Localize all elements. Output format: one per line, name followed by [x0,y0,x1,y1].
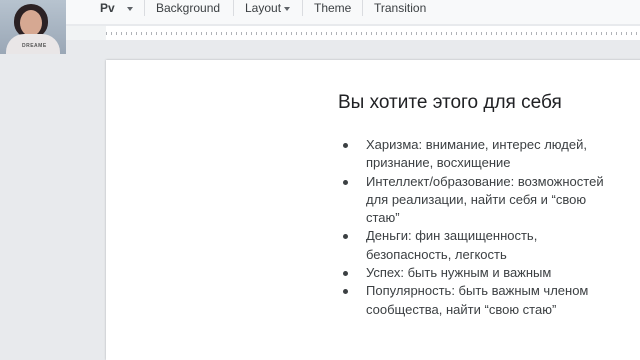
list-item: Харизма: внимание, интерес людей, призна… [340,136,610,173]
slide-title[interactable]: Вы хотите этого для себя [338,92,562,114]
bullet-text: Харизма: внимание, интерес людей, призна… [366,137,587,171]
list-item: Интеллект/образование: возможностей для … [340,173,610,228]
slides-toolbar: Pv Background Layout Theme Transition [0,0,640,24]
toolbar-divider [302,0,303,16]
ruler-margin [66,26,106,40]
chevron-down-icon [127,6,133,11]
slide-canvas[interactable]: Вы хотите этого для себя Харизма: вниман… [106,60,640,360]
bullet-list[interactable]: Харизма: внимание, интерес людей, призна… [340,136,610,319]
shirt-print: DREAME [22,43,47,49]
webcam-overlay: DREAME [0,0,66,54]
bullet-dot-icon [343,143,348,148]
chevron-down-icon [284,6,291,11]
bullet-dot-icon [343,289,348,295]
paint-format-dropdown[interactable] [124,0,133,16]
toolbar-divider [233,0,234,16]
bullet-text: Популярность: быть важным членом сообщес… [366,283,589,317]
list-item: Деньги: фин защищенность, безопасность, … [340,227,610,264]
transition-button[interactable]: Transition [374,0,426,16]
bullet-dot-icon [343,234,348,240]
bullet-dot-icon [343,271,348,277]
presenter-face [20,10,42,36]
list-item: Успех: быть нужным и важным [340,264,610,282]
list-item: Популярность: быть важным членом сообщес… [340,282,610,319]
toolbar-divider [362,0,363,16]
layout-button[interactable]: Layout [245,0,291,16]
bullet-text: Успех: быть нужным и важным [366,265,552,281]
bullet-dot-icon [343,179,348,185]
bullet-text: Интеллект/образование: возможностей для … [366,173,604,226]
toolbar-divider [144,0,145,16]
bullet-text: Деньги: фин защищенность, безопасность, … [366,228,538,262]
horizontal-ruler[interactable] [106,26,640,40]
paint-format-icon[interactable]: Pv [100,0,115,16]
background-button[interactable]: Background [156,0,220,16]
layout-label: Layout [245,1,282,15]
theme-button[interactable]: Theme [314,0,351,16]
